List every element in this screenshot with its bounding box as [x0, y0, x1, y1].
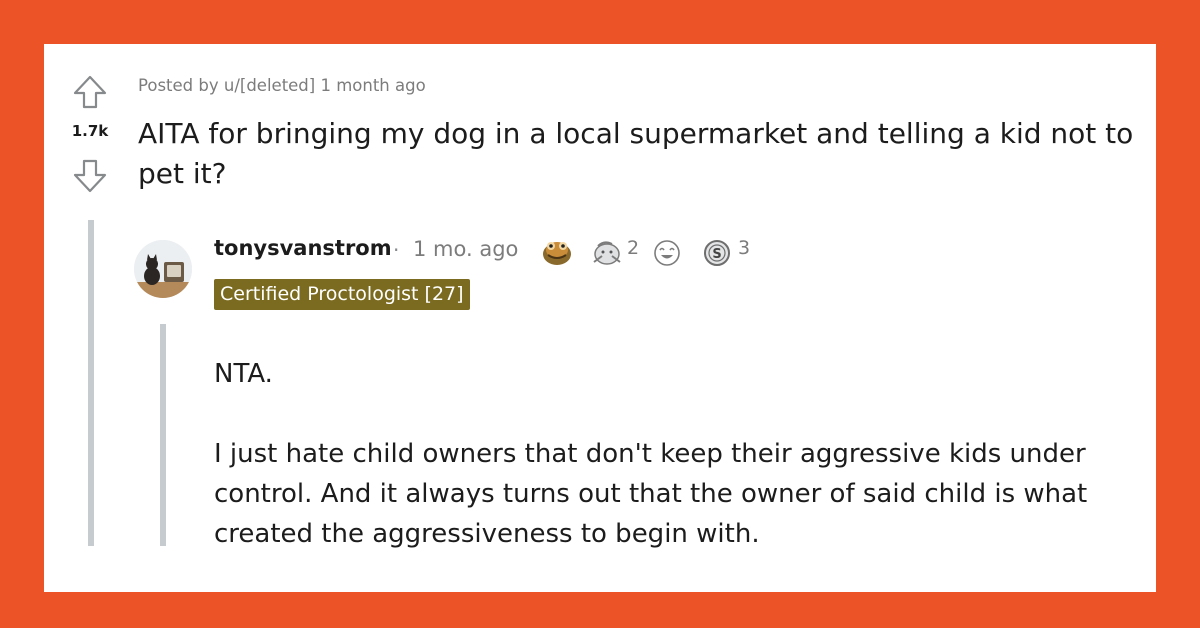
avatar[interactable]: [134, 240, 192, 298]
comment-collapse-line[interactable]: [160, 324, 166, 546]
comment-username[interactable]: tonysvanstrom: [214, 236, 392, 260]
cat-with-tv-avatar-icon: [134, 240, 192, 298]
upvote-arrow-icon[interactable]: [72, 74, 108, 110]
meta-separator: ·: [393, 238, 400, 262]
svg-text:S: S: [712, 247, 721, 262]
wholesome-seal-award-icon[interactable]: [590, 236, 624, 268]
comment-timestamp[interactable]: 1 mo. ago: [413, 237, 518, 261]
silver-coin-award-icon[interactable]: S: [700, 236, 734, 268]
comment-paragraph: I just hate child owners that don't keep…: [214, 439, 1088, 549]
vote-score: 1.7k: [71, 122, 109, 140]
downvote-arrow-icon[interactable]: [72, 158, 108, 194]
posted-by-line[interactable]: Posted by u/[deleted] 1 month ago: [138, 76, 426, 95]
post-title[interactable]: AITA for bringing my dog in a local supe…: [138, 114, 1148, 194]
laughing-face-award-icon[interactable]: [650, 236, 684, 268]
award-count: 3: [738, 237, 751, 259]
frog-hug-award-icon[interactable]: [540, 236, 574, 268]
user-flair: Certified Proctologist [27]: [214, 279, 470, 310]
award-count: 2: [627, 237, 640, 259]
comment-body: NTA. I just hate child owners that don't…: [214, 354, 1144, 554]
thread-collapse-line[interactable]: [88, 220, 94, 546]
comment-paragraph: NTA.: [214, 359, 273, 389]
reddit-post-card: 1.7k Posted by u/[deleted] 1 month ago A…: [44, 44, 1156, 592]
